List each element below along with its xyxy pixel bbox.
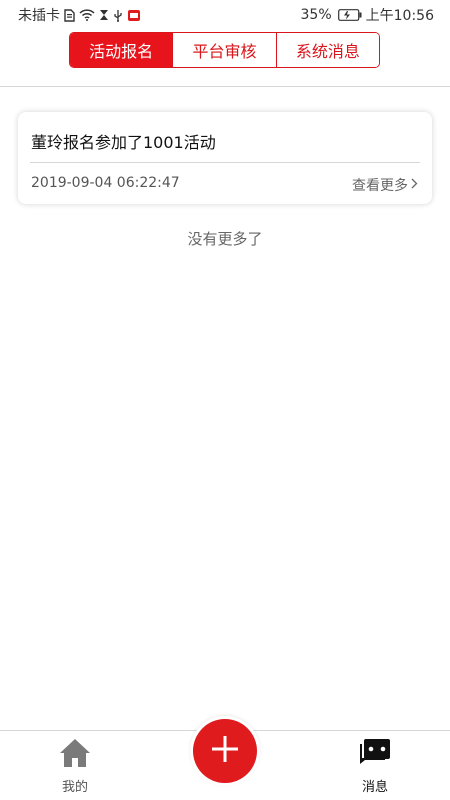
message-card[interactable]: 董玲报名参加了1001活动 2019-09-04 06:22:47 查看更多 [18, 112, 432, 204]
message-title: 董玲报名参加了1001活动 [31, 133, 216, 152]
status-bar: 未插卡 35% 上午10:56 [0, 0, 450, 30]
view-more-link[interactable]: 查看更多 [352, 175, 418, 195]
nav-mine-label: 我的 [61, 780, 88, 795]
nav-messages[interactable]: 消息 [335, 738, 415, 795]
view-more-label: 查看更多 [352, 178, 408, 194]
hourglass-icon [99, 9, 109, 21]
card-divider [30, 162, 420, 163]
tab-platform-review[interactable]: 平台审核 [173, 33, 277, 67]
nav-mine[interactable]: 我的 [35, 738, 115, 795]
clock-text: 上午10:56 [365, 8, 434, 24]
wifi-icon [79, 9, 95, 21]
chevron-right-icon [411, 177, 418, 193]
usb-icon [113, 9, 123, 22]
status-left: 未插卡 [18, 5, 141, 25]
header-divider [0, 86, 450, 87]
message-timestamp: 2019-09-04 06:22:47 [31, 175, 180, 191]
carrier-text: 未插卡 [18, 8, 60, 24]
nav-messages-label: 消息 [361, 780, 388, 795]
tab-activity-signup[interactable]: 活动报名 [70, 33, 174, 67]
add-button[interactable] [190, 716, 260, 786]
message-category-tabs: 活动报名 平台审核 系统消息 [69, 32, 380, 68]
notification-app-icon [127, 9, 141, 22]
battery-percent: 35% [300, 7, 332, 23]
battery-icon [337, 9, 362, 21]
list-end-text: 没有更多了 [187, 230, 263, 248]
status-right: 35% 上午10:56 [301, 5, 434, 25]
screen: 未插卡 35% 上午10:56 活动报名 平台审核 系统消息 董玲报名参加了10… [0, 0, 450, 800]
sim-icon [64, 8, 75, 22]
tab-system-messages[interactable]: 系统消息 [276, 33, 379, 67]
plus-icon [210, 734, 240, 768]
home-icon [59, 738, 91, 772]
message-icon [359, 738, 391, 772]
add-button-circle [193, 719, 257, 783]
